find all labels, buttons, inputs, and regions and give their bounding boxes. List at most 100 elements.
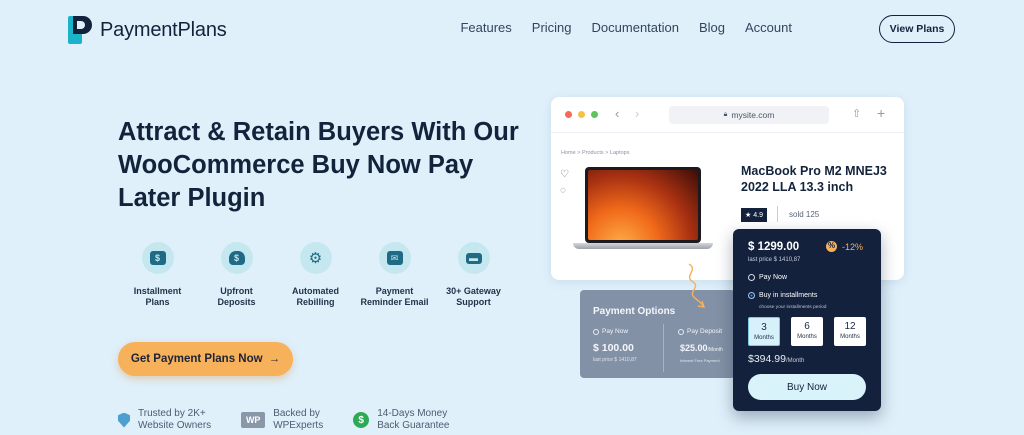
- squiggle-arrow-icon: [688, 263, 706, 308]
- months-unit: Months: [797, 334, 817, 340]
- wp-logo-icon: WP: [241, 412, 266, 428]
- deposit-price: $25.00/Month: [680, 343, 723, 353]
- months-option-3[interactable]: 3 Months: [748, 317, 780, 346]
- forward-arrow-icon: ›: [635, 106, 640, 121]
- back-arrow-icon: ‹: [615, 106, 620, 121]
- nav-blog[interactable]: Blog: [699, 20, 725, 35]
- months-option-6[interactable]: 6 Months: [791, 317, 823, 346]
- radio-icon: [593, 328, 599, 335]
- trust-line: Trusted by 2K+: [138, 408, 206, 419]
- deposit-unit: /Month: [707, 347, 723, 353]
- address-bar: 🔒︎ mysite.com: [669, 106, 829, 124]
- star-icon: ★: [745, 212, 752, 219]
- get-payment-plans-button[interactable]: Get Payment Plans Now →: [118, 342, 293, 376]
- pay-now-option[interactable]: Pay Now: [593, 328, 628, 335]
- product-title: MacBook Pro M2 MNEJ3 2022 LLA 13.3 inch: [741, 164, 887, 194]
- rating-value: 4.9: [753, 211, 764, 219]
- trust-item-owners: Trusted by 2K+ Website Owners: [118, 408, 211, 432]
- brand-logo[interactable]: PaymentPlans: [68, 16, 227, 44]
- trust-badges: Trusted by 2K+ Website Owners WP Backed b…: [118, 408, 449, 432]
- feature-item: ✉ Payment Reminder Email: [355, 242, 434, 308]
- discount-badge: -12%: [826, 241, 863, 252]
- gears-icon: ⚙: [299, 242, 332, 274]
- feature-list: $ Installment Plans $ Upfront Deposits ⚙…: [118, 242, 513, 308]
- money-bag-icon: $: [220, 242, 253, 274]
- money-back-icon: $: [353, 412, 370, 428]
- feature-item: $ Upfront Deposits: [197, 242, 276, 308]
- product-price: $ 1299.00: [748, 241, 800, 253]
- monthly-price: $394.99/Month: [748, 353, 804, 365]
- radio-icon: [748, 274, 755, 281]
- calendar-dollar-icon: $: [141, 242, 174, 274]
- breadcrumb: Home > Products > Laptops: [561, 150, 630, 156]
- shield-check-icon: [118, 412, 130, 428]
- trust-line: 14-Days Money: [377, 408, 448, 419]
- installments-hint: choose your installments period: [759, 305, 827, 310]
- months-option-12[interactable]: 12 Months: [834, 317, 866, 346]
- trust-item-wpexperts: WP Backed by WPExperts: [241, 408, 323, 432]
- trust-line: Backed by: [273, 408, 320, 419]
- sold-count: sold 125: [789, 210, 820, 219]
- deposit-note: Interest Free Payment: [680, 358, 720, 363]
- logo-icon: [68, 16, 92, 44]
- view-plans-button[interactable]: View Plans: [879, 15, 955, 43]
- pay-now-radio[interactable]: Pay Now: [748, 274, 787, 281]
- cta-label: Get Payment Plans Now: [130, 353, 263, 365]
- feature-label: Automated Rebilling: [292, 286, 339, 307]
- main-nav: Features Pricing Documentation Blog Acco…: [460, 20, 792, 35]
- installment-card: $ 1299.00 last price $ 1410,87 -12% Pay …: [733, 229, 881, 411]
- radio-checked-icon: [748, 292, 755, 299]
- feature-item: $ Installment Plans: [118, 242, 197, 308]
- monthly-amount: $394.99: [748, 353, 786, 365]
- deposit-amount: $25.00: [680, 343, 708, 353]
- nav-features[interactable]: Features: [460, 20, 511, 35]
- last-price: last price $ 1410,87: [748, 257, 801, 263]
- radio-icon: [678, 328, 684, 335]
- divider: [663, 324, 664, 372]
- buy-now-button[interactable]: Buy Now: [748, 374, 866, 400]
- payment-options-title: Payment Options: [593, 306, 676, 317]
- option-label: Pay Now: [759, 274, 788, 281]
- nav-pricing[interactable]: Pricing: [532, 20, 572, 35]
- option-label: Buy in installments: [759, 292, 818, 299]
- feature-label: Installment Plans: [133, 286, 182, 307]
- credit-card-icon: ▬: [457, 242, 490, 274]
- payment-options-card: Payment Options Pay Now $ 100.00 last pr…: [580, 290, 735, 378]
- bell-icon: ◌: [560, 185, 566, 196]
- option-label: Pay Deposit: [687, 328, 723, 335]
- product-actions: ♡ ◌: [560, 167, 569, 199]
- trust-line: WPExperts: [273, 420, 324, 431]
- url-text: mysite.com: [731, 110, 775, 120]
- months-value: 6: [804, 321, 810, 332]
- laptop-image: [573, 167, 713, 253]
- pay-deposit-option[interactable]: Pay Deposit: [678, 328, 722, 335]
- minimize-dot-icon: [578, 111, 585, 118]
- pay-now-last-price: last price $ 1410,87: [593, 357, 637, 363]
- months-value: 12: [844, 321, 856, 332]
- lock-icon: 🔒︎: [723, 111, 728, 118]
- rating-badge: ★ 4.9: [741, 208, 768, 222]
- trust-line: Back Guarantee: [377, 420, 450, 431]
- nav-documentation[interactable]: Documentation: [592, 20, 679, 35]
- installments-radio[interactable]: Buy in installments: [748, 292, 817, 299]
- feature-label: 30+ Gateway Support: [446, 286, 501, 307]
- months-unit: Months: [754, 335, 774, 341]
- feature-label: Payment Reminder Email: [360, 286, 429, 307]
- discount-icon: [826, 241, 837, 252]
- monthly-unit: /Month: [785, 358, 805, 364]
- feature-item: ▬ 30+ Gateway Support: [434, 242, 513, 308]
- trust-item-guarantee: $ 14-Days Money Back Guarantee: [353, 408, 449, 432]
- months-unit: Months: [840, 334, 860, 340]
- hero-headline: Attract & Retain Buyers With Our WooComm…: [118, 118, 519, 212]
- feature-label: Upfront Deposits: [217, 286, 256, 307]
- option-label: Pay Now: [602, 328, 629, 335]
- months-value: 3: [761, 322, 767, 333]
- email-reminder-icon: ✉: [378, 242, 411, 274]
- close-dot-icon: [565, 111, 572, 118]
- arrow-right-icon: →: [268, 353, 281, 365]
- heart-icon: ♡: [560, 169, 569, 180]
- trust-line: Website Owners: [138, 420, 212, 431]
- brand-name: PaymentPlans: [100, 18, 227, 41]
- maximize-dot-icon: [591, 111, 598, 118]
- nav-account[interactable]: Account: [745, 20, 792, 35]
